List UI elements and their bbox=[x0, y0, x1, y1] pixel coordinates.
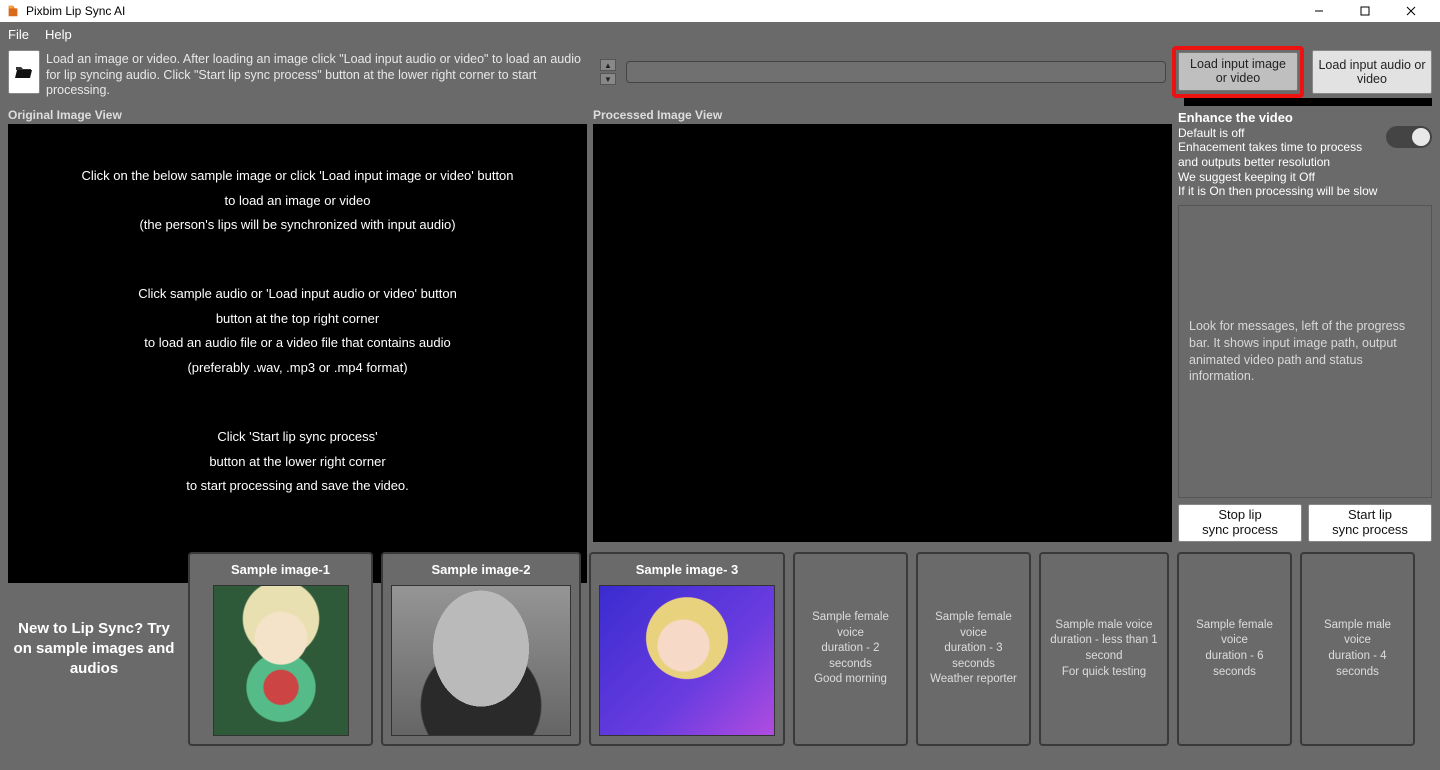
sample-image-2[interactable]: Sample image-2 bbox=[381, 552, 581, 746]
processed-view-header: Processed Image View bbox=[593, 106, 1172, 124]
sample-audio-2[interactable]: Sample female voice duration - 3 seconds… bbox=[916, 552, 1031, 746]
highlight-annotation: Load input image or video bbox=[1172, 46, 1304, 98]
toolbar: Load an image or video. After loading an… bbox=[0, 46, 1440, 98]
btn-line: Start lip bbox=[1348, 507, 1392, 522]
progress-bar-placeholder bbox=[1184, 98, 1432, 106]
btn-line: Stop lip bbox=[1218, 507, 1261, 522]
btn-line: sync process bbox=[1202, 522, 1278, 537]
title-bar: Pixbim Lip Sync AI bbox=[0, 0, 1440, 22]
load-input-audio-button[interactable]: Load input audio or video bbox=[1312, 50, 1432, 94]
sample-audio-5[interactable]: Sample male voice duration - 4 seconds bbox=[1300, 552, 1415, 746]
instr-line: (the person's lips will be synchronized … bbox=[18, 213, 577, 238]
audio-line: Sample female voice bbox=[1187, 618, 1282, 649]
audio-line: Sample male voice bbox=[1310, 618, 1405, 649]
audio-line: duration - less than 1 second bbox=[1049, 633, 1159, 664]
folder-open-icon bbox=[15, 65, 33, 79]
spinner-up[interactable]: ▲ bbox=[600, 59, 616, 71]
samples-row: New to Lip Sync? Try on sample images an… bbox=[0, 542, 1440, 754]
processed-view-panel bbox=[593, 124, 1172, 542]
samples-intro: New to Lip Sync? Try on sample images an… bbox=[8, 552, 180, 746]
sample-audio-1[interactable]: Sample female voice duration - 2 seconds… bbox=[793, 552, 908, 746]
sample-thumb-2 bbox=[391, 585, 571, 736]
instr-line: Click sample audio or 'Load input audio … bbox=[18, 282, 577, 307]
audio-line: For quick testing bbox=[1062, 665, 1146, 681]
spinner: ▲ ▼ bbox=[600, 50, 616, 94]
menu-bar: File Help bbox=[0, 22, 1440, 46]
instr-line: to start processing and save the video. bbox=[18, 474, 577, 499]
enhance-title: Enhance the video bbox=[1178, 110, 1378, 126]
instr-line: button at the lower right corner bbox=[18, 450, 577, 475]
original-view-header: Original Image View bbox=[8, 106, 587, 124]
sample-label: Sample image-1 bbox=[231, 562, 330, 577]
audio-line: duration - 4 seconds bbox=[1310, 649, 1405, 680]
audio-line: Weather reporter bbox=[930, 672, 1017, 688]
instr-line: to load an image or video bbox=[18, 189, 577, 214]
original-view-column: Original Image View Click on the below s… bbox=[8, 106, 587, 542]
instr-line: button at the top right corner bbox=[18, 307, 577, 332]
window-title: Pixbim Lip Sync AI bbox=[26, 4, 125, 18]
sample-audio-3[interactable]: Sample male voice duration - less than 1… bbox=[1039, 552, 1169, 746]
message-panel: Look for messages, left of the progress … bbox=[1178, 205, 1432, 498]
maximize-button[interactable] bbox=[1342, 0, 1388, 22]
message-text: Look for messages, left of the progress … bbox=[1189, 318, 1421, 386]
audio-line: duration - 3 seconds bbox=[926, 641, 1021, 672]
audio-line: Sample female voice bbox=[926, 610, 1021, 641]
start-lip-sync-button[interactable]: Start lip sync process bbox=[1308, 504, 1432, 542]
enhance-line: We suggest keeping it Off bbox=[1178, 170, 1378, 185]
instr-line: Click on the below sample image or click… bbox=[18, 164, 577, 189]
spinner-down[interactable]: ▼ bbox=[600, 73, 616, 85]
original-view-panel: Click on the below sample image or click… bbox=[8, 124, 587, 583]
instr-line: to load an audio file or a video file th… bbox=[18, 331, 577, 356]
sample-thumb-1 bbox=[213, 585, 349, 736]
audio-line: duration - 2 seconds bbox=[803, 641, 898, 672]
instr-line: Click 'Start lip sync process' bbox=[18, 425, 577, 450]
enhance-line: If it is On then processing will be slow bbox=[1178, 184, 1378, 199]
processed-view-column: Processed Image View bbox=[593, 106, 1172, 542]
instr-line: (preferably .wav, .mp3 or .mp4 format) bbox=[18, 356, 577, 381]
stop-lip-sync-button[interactable]: Stop lip sync process bbox=[1178, 504, 1302, 542]
side-panel: Enhance the video Default is off Enhacem… bbox=[1178, 106, 1432, 542]
app-icon bbox=[6, 4, 20, 18]
audio-line: Good morning bbox=[814, 672, 887, 688]
open-folder-button[interactable] bbox=[8, 50, 40, 94]
path-field[interactable] bbox=[626, 61, 1166, 83]
audio-line: Sample male voice bbox=[1055, 618, 1152, 634]
sample-image-3[interactable]: Sample image- 3 bbox=[589, 552, 785, 746]
menu-help[interactable]: Help bbox=[45, 27, 72, 42]
menu-file[interactable]: File bbox=[8, 27, 29, 42]
close-button[interactable] bbox=[1388, 0, 1434, 22]
btn-line: sync process bbox=[1332, 522, 1408, 537]
toolbar-hint-text: Load an image or video. After loading an… bbox=[46, 50, 594, 94]
enhance-line: Enhacement takes time to process and out… bbox=[1178, 140, 1378, 169]
audio-line: duration - 6 seconds bbox=[1187, 649, 1282, 680]
sample-label: Sample image- 3 bbox=[636, 562, 739, 577]
sample-audio-4[interactable]: Sample female voice duration - 6 seconds bbox=[1177, 552, 1292, 746]
minimize-button[interactable] bbox=[1296, 0, 1342, 22]
load-input-image-button[interactable]: Load input image or video bbox=[1178, 52, 1298, 91]
sample-image-1[interactable]: Sample image-1 bbox=[188, 552, 373, 746]
enhance-toggle[interactable] bbox=[1386, 126, 1432, 148]
sample-thumb-3 bbox=[599, 585, 775, 736]
enhance-line: Default is off bbox=[1178, 126, 1378, 141]
audio-line: Sample female voice bbox=[803, 610, 898, 641]
sample-label: Sample image-2 bbox=[432, 562, 531, 577]
